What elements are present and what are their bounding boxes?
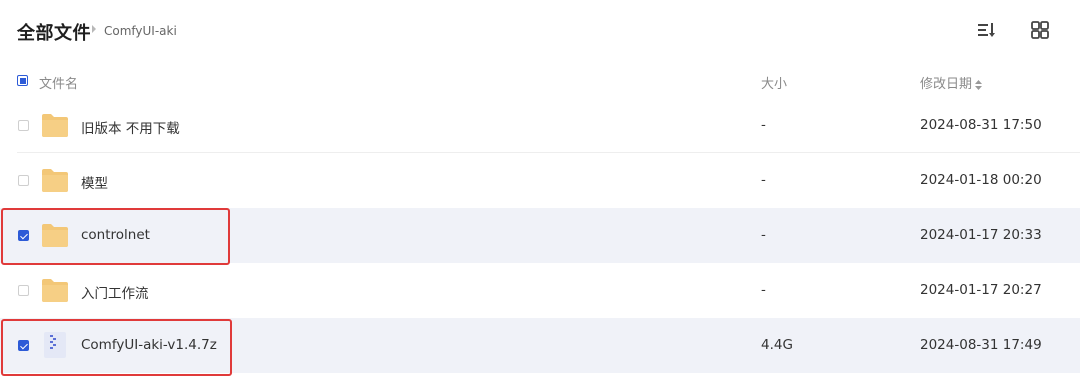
file-name[interactable]: 入门工作流: [81, 282, 149, 302]
column-header: 文件名 大小 修改日期: [0, 68, 1080, 96]
breadcrumb-current: ComfyUI-aki: [104, 24, 177, 38]
sort-list-icon: [978, 23, 995, 37]
file-size: -: [761, 282, 766, 298]
table-row[interactable]: 模型 - 2024-01-18 00:20: [0, 153, 1080, 208]
archive-file-icon: [44, 332, 66, 358]
grid-view-button[interactable]: [1028, 18, 1052, 42]
file-size: -: [761, 227, 766, 243]
column-modified[interactable]: 修改日期: [920, 73, 983, 92]
folder-icon: [42, 279, 68, 302]
header-bar: 全部文件 ComfyUI-aki: [0, 0, 1080, 60]
file-size: -: [761, 172, 766, 188]
file-modified: 2024-01-17 20:33: [920, 227, 1042, 243]
grid-view-icon: [1031, 21, 1049, 39]
folder-icon: [42, 114, 68, 137]
sort-toggle-icon: [975, 79, 983, 90]
table-row[interactable]: 入门工作流 - 2024-01-17 20:27: [0, 263, 1080, 318]
file-name[interactable]: controlnet: [81, 227, 150, 243]
folder-icon: [42, 224, 68, 247]
table-row[interactable]: 旧版本 不用下载 - 2024-08-31 17:50: [0, 98, 1080, 153]
file-modified: 2024-01-18 00:20: [920, 172, 1042, 188]
row-checkbox[interactable]: [18, 285, 29, 296]
file-name[interactable]: 旧版本 不用下载: [81, 117, 180, 137]
row-checkbox[interactable]: [18, 230, 29, 241]
row-checkbox[interactable]: [18, 175, 29, 186]
breadcrumb-separator-icon: [92, 25, 96, 33]
column-modified-label: 修改日期: [920, 77, 973, 92]
sort-list-button[interactable]: [974, 18, 998, 42]
column-size[interactable]: 大小: [761, 73, 787, 92]
column-name[interactable]: 文件名: [39, 73, 78, 92]
row-checkbox[interactable]: [18, 340, 29, 351]
file-modified: 2024-08-31 17:50: [920, 117, 1042, 133]
file-size: 4.4G: [761, 337, 793, 353]
file-name[interactable]: ComfyUI-aki-v1.4.7z: [81, 337, 217, 353]
select-all-checkbox[interactable]: [17, 75, 28, 86]
file-modified: 2024-08-31 17:49: [920, 337, 1042, 353]
file-modified: 2024-01-17 20:27: [920, 282, 1042, 298]
file-size: -: [761, 117, 766, 133]
breadcrumb-root[interactable]: 全部文件: [17, 19, 91, 45]
file-name[interactable]: 模型: [81, 172, 108, 192]
folder-icon: [42, 169, 68, 192]
row-checkbox[interactable]: [18, 120, 29, 131]
table-row[interactable]: controlnet - 2024-01-17 20:33: [0, 208, 1080, 263]
table-row[interactable]: ComfyUI-aki-v1.4.7z 4.4G 2024-08-31 17:4…: [0, 318, 1080, 373]
